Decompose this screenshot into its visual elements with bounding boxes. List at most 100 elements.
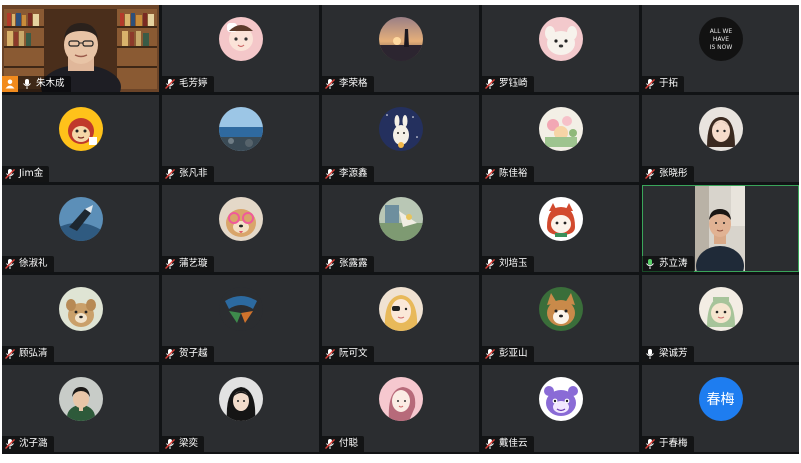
participant-namebar: 付聪 xyxy=(322,436,365,452)
participant-tile[interactable]: 顾弘清 xyxy=(2,275,159,362)
participant-name: 顾弘清 xyxy=(19,348,48,359)
participant-tile[interactable]: 李荣格 xyxy=(322,5,479,92)
participant-tile[interactable]: 蒲艺璇 xyxy=(162,185,319,272)
participant-name: Jim金 xyxy=(19,168,44,179)
participant-name: 罗钰崎 xyxy=(499,78,528,89)
participant-text-avatar: 春梅 xyxy=(698,377,743,421)
participant-namebar: 张晓彤 xyxy=(642,166,694,182)
mic-muted-icon xyxy=(165,439,175,449)
participant-namebar: 苏立涛 xyxy=(642,256,694,272)
participant-avatar xyxy=(538,287,583,331)
participant-avatar xyxy=(378,197,423,241)
participant-name: 毛芳婷 xyxy=(179,78,208,89)
participant-namebar: 阮可文 xyxy=(322,346,374,362)
participant-name: 李源鑫 xyxy=(339,168,368,179)
participant-avatar: ALL WE HAVE IS NOW xyxy=(698,17,743,61)
participant-name: 付聪 xyxy=(339,438,359,449)
participant-avatar xyxy=(698,107,743,151)
mic-muted-icon xyxy=(485,439,495,449)
mic-muted-icon xyxy=(5,439,15,449)
participant-tile[interactable]: 付聪 xyxy=(322,365,479,452)
participant-namebar: 李荣格 xyxy=(322,76,374,92)
participant-tile-host[interactable]: 朱木成 xyxy=(2,5,159,92)
participant-namebar: 顾弘清 xyxy=(2,346,54,362)
participant-name: 贺子越 xyxy=(179,348,208,359)
participant-tile[interactable]: 彭亚山 xyxy=(482,275,639,362)
mic-muted-icon xyxy=(165,169,175,179)
participant-namebar: 朱木成 xyxy=(2,76,71,92)
participant-name: 李荣格 xyxy=(339,78,368,89)
mic-muted-icon xyxy=(645,439,655,449)
mic-muted-icon xyxy=(325,79,335,89)
participant-namebar: 李源鑫 xyxy=(322,166,374,182)
participant-tile[interactable]: 梁诚芳 xyxy=(642,275,799,362)
participant-namebar: 张凡非 xyxy=(162,166,214,182)
participant-name: 陈佳裕 xyxy=(499,168,528,179)
participant-avatar xyxy=(378,287,423,331)
participant-name: 彭亚山 xyxy=(499,348,528,359)
mic-muted-icon xyxy=(485,259,495,269)
participant-tile[interactable]: 张晓彤 xyxy=(642,95,799,182)
participant-avatar xyxy=(58,107,103,151)
participant-namebar: 彭亚山 xyxy=(482,346,534,362)
mic-muted-icon xyxy=(165,79,175,89)
participant-namebar: 罗钰崎 xyxy=(482,76,534,92)
participant-namebar: 毛芳婷 xyxy=(162,76,214,92)
participant-name: 苏立涛 xyxy=(659,258,688,269)
mic-muted-icon xyxy=(325,169,335,179)
participant-tile[interactable]: 刘培玉 xyxy=(482,185,639,272)
participant-namebar: 蒲艺璇 xyxy=(162,256,214,272)
participant-avatar xyxy=(378,17,423,61)
participant-tile[interactable]: 梁奕 xyxy=(162,365,319,452)
participant-namebar: 戴佳云 xyxy=(482,436,534,452)
participant-tile[interactable]: 春梅 于春梅 xyxy=(642,365,799,452)
participant-tile[interactable]: ALL WE HAVE IS NOW 于拓 xyxy=(642,5,799,92)
mic-muted-icon xyxy=(165,259,175,269)
participant-tile[interactable]: 毛芳婷 xyxy=(162,5,319,92)
participant-tile[interactable]: 戴佳云 xyxy=(482,365,639,452)
participant-name: 徐淑礼 xyxy=(19,258,48,269)
participant-avatar xyxy=(58,197,103,241)
participant-tile[interactable]: 阮可文 xyxy=(322,275,479,362)
participant-tile[interactable]: 张露露 xyxy=(322,185,479,272)
participant-name: 朱木成 xyxy=(36,78,65,89)
participant-tile[interactable]: Jim金 xyxy=(2,95,159,182)
mic-muted-icon xyxy=(5,169,15,179)
participant-name: 梁奕 xyxy=(179,438,199,449)
participant-avatar xyxy=(218,287,263,331)
host-icon xyxy=(2,76,18,92)
participant-avatar xyxy=(378,107,423,151)
participant-avatar xyxy=(218,197,263,241)
participant-namebar: 梁诚芳 xyxy=(642,346,694,362)
participant-name: 于拓 xyxy=(659,78,679,89)
participant-name: 戴佳云 xyxy=(499,438,528,449)
participant-avatar xyxy=(218,107,263,151)
participant-tile[interactable]: 罗钰崎 xyxy=(482,5,639,92)
mic-icon xyxy=(646,349,654,359)
participant-name: 梁诚芳 xyxy=(659,348,688,359)
mic-muted-icon xyxy=(325,349,335,359)
participant-name: 蒲艺璇 xyxy=(179,258,208,269)
poster-text-line: HAVE xyxy=(712,36,728,43)
mic-muted-icon xyxy=(165,349,175,359)
mic-muted-icon xyxy=(645,79,655,89)
participant-tile-active-speaker[interactable]: 苏立涛 xyxy=(642,185,799,272)
participant-namebar: 梁奕 xyxy=(162,436,205,452)
mic-muted-icon xyxy=(645,169,655,179)
participant-name: 刘培玉 xyxy=(499,258,528,269)
participant-avatar xyxy=(538,17,583,61)
mic-icon xyxy=(23,79,31,89)
participant-avatar xyxy=(378,377,423,421)
participant-tile[interactable]: 沈子潞 xyxy=(2,365,159,452)
participant-name: 于春梅 xyxy=(659,438,688,449)
mic-muted-icon xyxy=(325,259,335,269)
mic-muted-icon xyxy=(325,439,335,449)
participant-tile[interactable]: 陈佳裕 xyxy=(482,95,639,182)
mic-muted-icon xyxy=(485,169,495,179)
participant-tile[interactable]: 徐淑礼 xyxy=(2,185,159,272)
participant-tile[interactable]: 贺子越 xyxy=(162,275,319,362)
participant-tile[interactable]: 张凡非 xyxy=(162,95,319,182)
poster-text-line: ALL WE xyxy=(709,28,732,35)
participant-tile[interactable]: 李源鑫 xyxy=(322,95,479,182)
mic-icon xyxy=(646,259,654,269)
